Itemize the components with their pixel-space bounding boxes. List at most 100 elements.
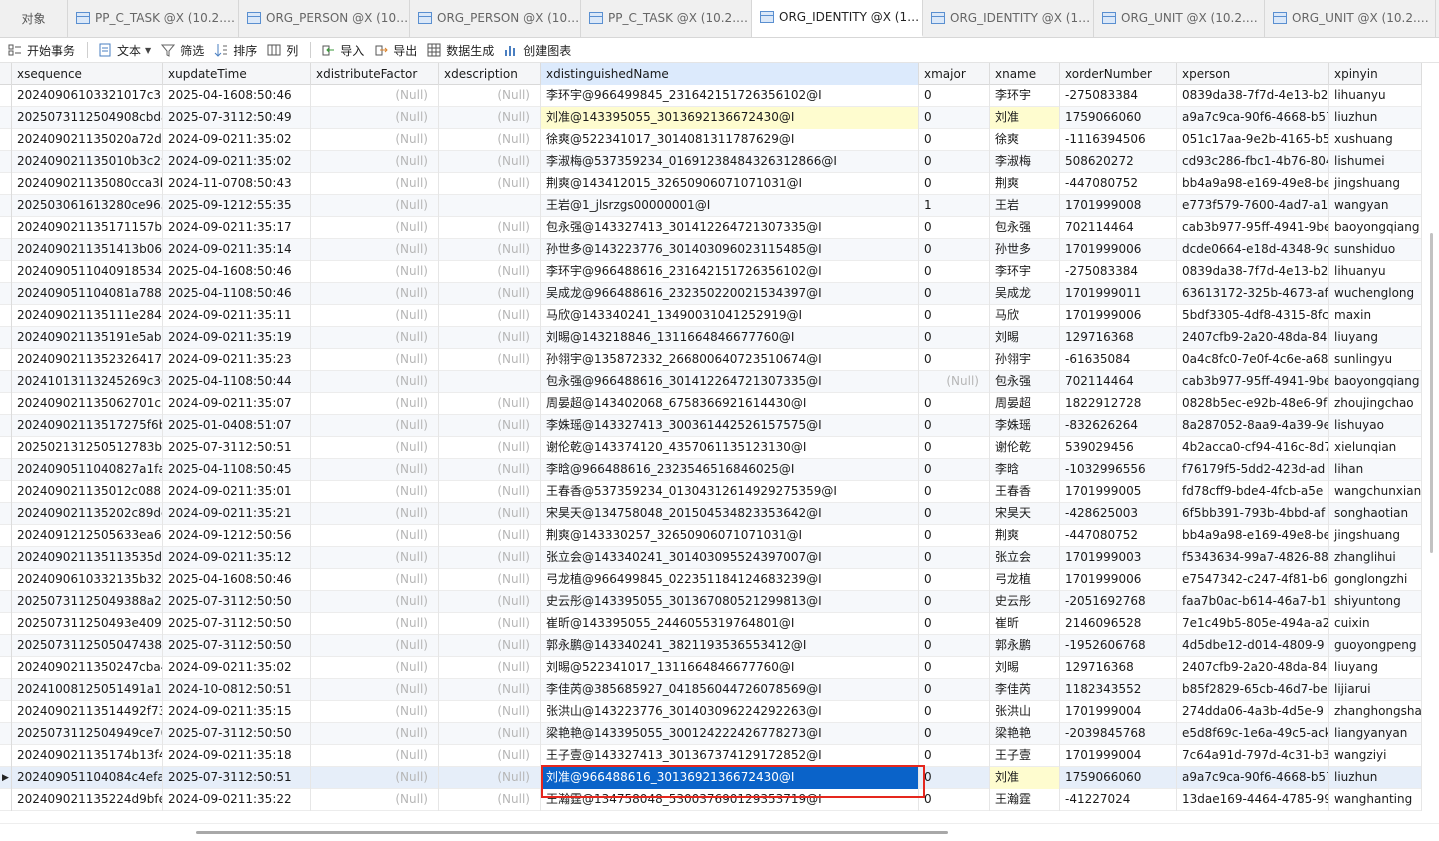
cell-xperson[interactable]: 051c17aa-9e2b-4165-b5 bbox=[1177, 129, 1329, 151]
cell-xdescription[interactable]: (Null) bbox=[439, 85, 541, 107]
cell-xperson[interactable]: 8a287052-8aa9-4a39-9e bbox=[1177, 415, 1329, 437]
export-button[interactable]: 导出 bbox=[370, 39, 421, 61]
cell-xperson[interactable]: 5bdf3305-4df8-4315-8fc bbox=[1177, 305, 1329, 327]
cell-xdescription[interactable]: (Null) bbox=[439, 657, 541, 679]
cell-xsequence[interactable]: 202409051104084c4efa2 bbox=[12, 767, 163, 789]
column-header-xmajor[interactable]: xmajor bbox=[919, 63, 990, 85]
tab-org-identity-active[interactable]: ORG_IDENTITY @X (10.... bbox=[752, 0, 923, 37]
cell-xdistinguishedname[interactable]: 崔昕@143395055_2446055319764801@I bbox=[541, 613, 919, 635]
cell-xmajor[interactable]: 0 bbox=[919, 415, 990, 437]
cell-xdistinguishedname[interactable]: 荆爽@143412015_32650906071071031@I bbox=[541, 173, 919, 195]
row-gutter[interactable] bbox=[0, 481, 12, 503]
cell-xname[interactable]: 李环宇 bbox=[990, 85, 1060, 107]
cell-xupdatetime[interactable]: 2025-07-3112:50:50 bbox=[163, 635, 311, 657]
cell-xdescription[interactable]: (Null) bbox=[439, 701, 541, 723]
cell-xupdatetime[interactable]: 2024-09-0211:35:19 bbox=[163, 327, 311, 349]
cell-xdescription[interactable]: (Null) bbox=[439, 525, 541, 547]
horizontal-scrollbar[interactable] bbox=[0, 823, 1439, 841]
cell-xname[interactable]: 李姝瑶 bbox=[990, 415, 1060, 437]
cell-xname[interactable]: 李环宇 bbox=[990, 261, 1060, 283]
table-row[interactable]: 2025073112504908cbda 2025-07-3112:50:49 (N… bbox=[0, 107, 1422, 129]
cell-xname[interactable]: 刘晹 bbox=[990, 657, 1060, 679]
cell-xupdatetime[interactable]: 2025-07-3112:50:50 bbox=[163, 591, 311, 613]
begin-transaction-button[interactable]: 开始事务 bbox=[4, 39, 79, 61]
tab-org-person-1[interactable]: ORG_PERSON @X (10.... bbox=[239, 0, 410, 37]
cell-xname[interactable]: 李淑梅 bbox=[990, 151, 1060, 173]
cell-xupdatetime[interactable]: 2025-07-3112:50:51 bbox=[163, 767, 311, 789]
cell-xpinyin[interactable]: wangchunxiang bbox=[1329, 481, 1422, 503]
row-gutter[interactable] bbox=[0, 437, 12, 459]
cell-xordernumber[interactable]: -428625003 bbox=[1060, 503, 1177, 525]
cell-xdistinguishedname[interactable]: 张洪山@143223776_301403096224292263@I bbox=[541, 701, 919, 723]
cell-xpinyin[interactable]: xielunqian bbox=[1329, 437, 1422, 459]
cell-xmajor[interactable]: 0 bbox=[919, 547, 990, 569]
cell-xname[interactable]: 刘晹 bbox=[990, 327, 1060, 349]
table-row[interactable]: 20241013113245269c30 2025-04-1108:50:44 (N… bbox=[0, 371, 1422, 393]
cell-xname[interactable]: 张洪山 bbox=[990, 701, 1060, 723]
cell-xmajor[interactable]: 0 bbox=[919, 327, 990, 349]
cell-xname[interactable]: 王瀚霆 bbox=[990, 789, 1060, 811]
cell-xname[interactable]: 谢伦乾 bbox=[990, 437, 1060, 459]
cell-xpinyin[interactable]: shiyuntong bbox=[1329, 591, 1422, 613]
cell-xmajor[interactable]: 0 bbox=[919, 525, 990, 547]
cell-xdescription[interactable]: (Null) bbox=[439, 349, 541, 371]
cell-xdistributefactor[interactable]: (Null) bbox=[311, 789, 439, 811]
cell-xsequence[interactable]: 2025073112504908cbda bbox=[12, 107, 163, 129]
row-gutter[interactable] bbox=[0, 547, 12, 569]
cell-xdistributefactor[interactable]: (Null) bbox=[311, 393, 439, 415]
table-row[interactable]: 202503061613280ce965 2025-09-1212:55:35 (N… bbox=[0, 195, 1422, 217]
cell-xname[interactable]: 吴成龙 bbox=[990, 283, 1060, 305]
cell-xdistinguishedname[interactable]: 王春香@537359234_01304312614929275359@I bbox=[541, 481, 919, 503]
cell-xdescription[interactable]: (Null) bbox=[439, 107, 541, 129]
cell-xdescription[interactable]: (Null) bbox=[439, 437, 541, 459]
cell-xdistributefactor[interactable]: (Null) bbox=[311, 151, 439, 173]
cell-xpinyin[interactable]: wuchenglong bbox=[1329, 283, 1422, 305]
column-header-xdescription[interactable]: xdescription bbox=[439, 63, 541, 85]
cell-xname[interactable]: 王子壹 bbox=[990, 745, 1060, 767]
cell-xdescription[interactable]: (Null) bbox=[439, 789, 541, 811]
cell-xordernumber[interactable]: -447080752 bbox=[1060, 525, 1177, 547]
cell-xmajor[interactable]: 0 bbox=[919, 173, 990, 195]
cell-xmajor[interactable]: 0 bbox=[919, 679, 990, 701]
cell-xdescription[interactable] bbox=[439, 371, 541, 393]
row-gutter[interactable] bbox=[0, 459, 12, 481]
cell-xname[interactable]: 宋昊天 bbox=[990, 503, 1060, 525]
row-gutter[interactable] bbox=[0, 503, 12, 525]
cell-xmajor[interactable]: 0 bbox=[919, 657, 990, 679]
cell-xdistinguishedname[interactable]: 李晗@966488616_2323546516846025@I bbox=[541, 459, 919, 481]
cell-xdistinguishedname[interactable]: 周晏超@143402068_6758366921614430@I bbox=[541, 393, 919, 415]
table-row[interactable]: 2024091212505633ea65 2024-09-1212:50:56 (N… bbox=[0, 525, 1422, 547]
cell-xupdatetime[interactable]: 2024-09-0211:35:15 bbox=[163, 701, 311, 723]
cell-xdistinguishedname[interactable]: 李佳芮@385685927_041856044726078569@I bbox=[541, 679, 919, 701]
cell-xperson[interactable]: cab3b977-95ff-4941-9be bbox=[1177, 371, 1329, 393]
cell-xdistributefactor[interactable]: (Null) bbox=[311, 591, 439, 613]
cell-xordernumber[interactable]: 1822912728 bbox=[1060, 393, 1177, 415]
cell-xdistinguishedname[interactable]: 包永强@966488616_301412264721307335@I bbox=[541, 371, 919, 393]
cell-xupdatetime[interactable]: 2025-07-3112:50:50 bbox=[163, 723, 311, 745]
cell-xdescription[interactable]: (Null) bbox=[439, 547, 541, 569]
cell-xname[interactable]: 李晗 bbox=[990, 459, 1060, 481]
cell-xordernumber[interactable]: -1116394506 bbox=[1060, 129, 1177, 151]
cell-xmajor[interactable]: 0 bbox=[919, 437, 990, 459]
cell-xpinyin[interactable]: wangyan bbox=[1329, 195, 1422, 217]
cell-xdistributefactor[interactable]: (Null) bbox=[311, 85, 439, 107]
row-gutter[interactable] bbox=[0, 393, 12, 415]
current-row-indicator[interactable]: ▶ bbox=[0, 767, 12, 789]
table-row[interactable]: 202409021135010b3c29 2024-09-0211:35:02 (N… bbox=[0, 151, 1422, 173]
cell-xname[interactable]: 刘准 bbox=[990, 107, 1060, 129]
column-header-xupdatetime[interactable]: xupdateTime bbox=[163, 63, 311, 85]
cell-xname[interactable]: 张立会 bbox=[990, 547, 1060, 569]
cell-xdistributefactor[interactable]: (Null) bbox=[311, 173, 439, 195]
cell-xperson[interactable]: 13dae169-4464-4785-99 bbox=[1177, 789, 1329, 811]
cell-xdistributefactor[interactable]: (Null) bbox=[311, 195, 439, 217]
cell-xdistinguishedname[interactable]: 史云彤@143395055_301367080521299813@I bbox=[541, 591, 919, 613]
cell-xmajor[interactable]: 0 bbox=[919, 481, 990, 503]
cell-xdescription[interactable]: (Null) bbox=[439, 415, 541, 437]
cell-xdistinguishedname[interactable]: 李淑梅@537359234_01691238484326312866@I bbox=[541, 151, 919, 173]
cell-xordernumber[interactable]: -832626264 bbox=[1060, 415, 1177, 437]
table-row[interactable]: 202409051104081a788f3 2025-04-1108:50:46(… bbox=[0, 283, 1422, 305]
cell-xdescription[interactable]: (Null) bbox=[439, 459, 541, 481]
cell-xperson[interactable]: 274dda06-4a3b-4d5e-9 bbox=[1177, 701, 1329, 723]
cell-xdistributefactor[interactable]: (Null) bbox=[311, 745, 439, 767]
cell-xsequence[interactable]: 202409021135062701c3 bbox=[12, 393, 163, 415]
